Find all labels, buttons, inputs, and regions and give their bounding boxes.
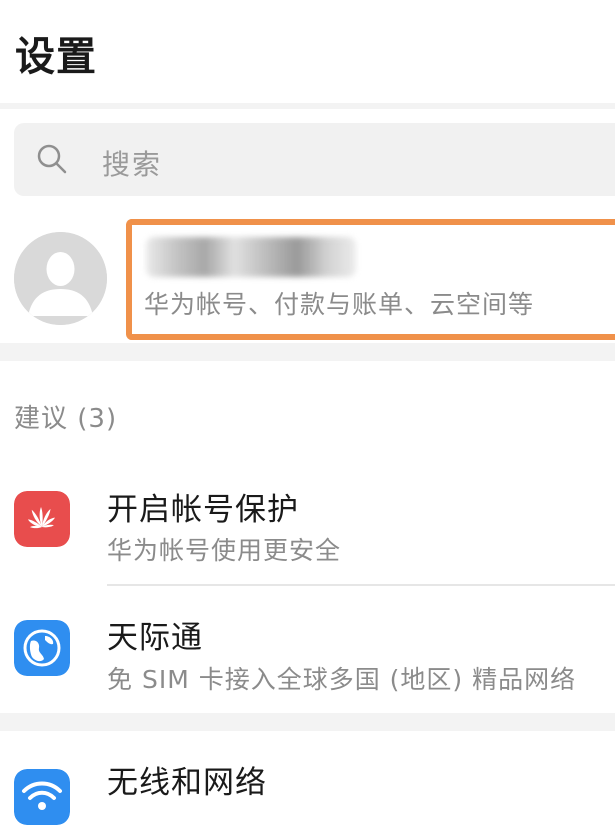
settings-item-wireless-networks[interactable]: 无线和网络	[0, 731, 615, 825]
suggestion-title: 天际通	[107, 620, 203, 656]
suggestion-item-skytone[interactable]: 天际通 免 SIM 卡接入全球多国 (地区) 精品网络	[0, 586, 615, 713]
search-bar[interactable]: 搜索	[14, 123, 615, 196]
default-avatar-icon	[14, 232, 107, 325]
search-section: 搜索	[0, 109, 615, 206]
suggestion-subtitle: 免 SIM 卡接入全球多国 (地区) 精品网络	[107, 665, 577, 694]
section-gap	[0, 343, 615, 361]
search-icon	[37, 144, 67, 174]
suggestion-title: 开启帐号保护	[107, 492, 299, 528]
suggestion-subtitle: 华为帐号使用更安全	[107, 536, 342, 565]
page-title: 设置	[15, 34, 97, 80]
account-name-redacted	[146, 237, 356, 277]
account-subtitle: 华为帐号、付款与账单、云空间等	[144, 290, 535, 319]
wifi-icon	[14, 769, 70, 825]
section-gap	[0, 713, 615, 731]
suggestion-item-account-protection[interactable]: 开启帐号保护 华为帐号使用更安全	[0, 470, 615, 585]
avatar[interactable]	[14, 232, 107, 325]
search-placeholder: 搜索	[102, 148, 163, 181]
huawei-logo-icon	[14, 491, 70, 547]
settings-item-title: 无线和网络	[107, 765, 267, 801]
globe-icon	[14, 620, 70, 676]
suggestions-header: 建议 (3)	[14, 404, 118, 434]
account-row[interactable]: 华为帐号、付款与账单、云空间等	[0, 206, 615, 343]
header: 设置	[0, 0, 615, 103]
